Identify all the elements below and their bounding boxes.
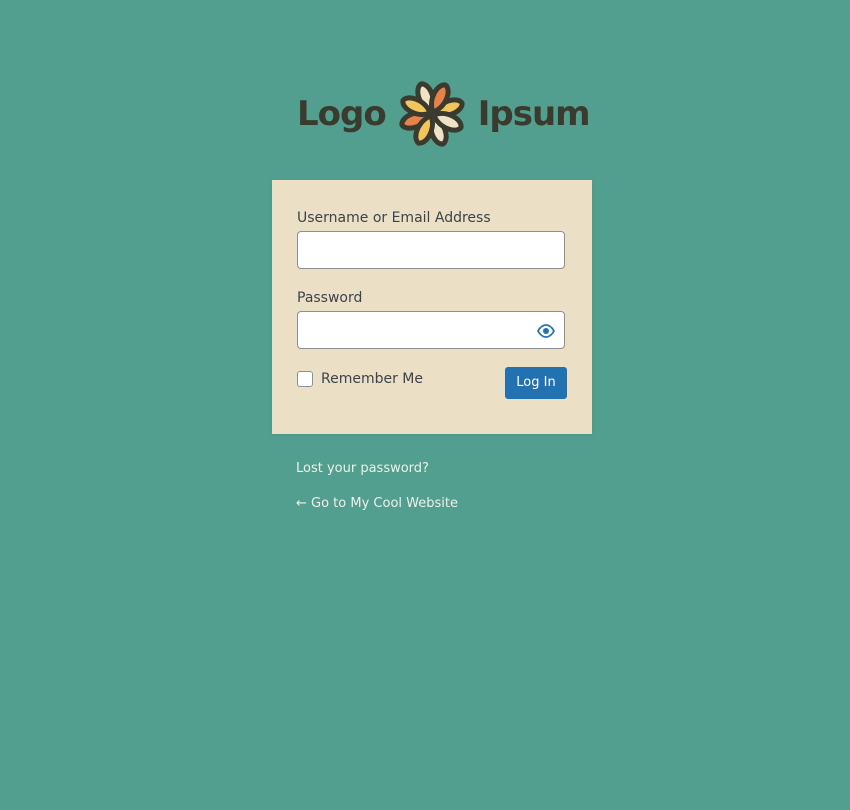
- password-input[interactable]: [297, 311, 565, 349]
- flower-logo-icon: [399, 81, 465, 147]
- site-logo[interactable]: Logo Ipsum: [297, 76, 591, 152]
- login-button[interactable]: Log In: [505, 367, 567, 399]
- login-page: Logo Ipsum Username or Email Address Pas…: [0, 0, 850, 810]
- logo-text-left: Logo: [297, 94, 387, 134]
- password-label: Password: [297, 290, 363, 306]
- remember-me-label: Remember Me: [321, 371, 423, 387]
- eye-icon: [537, 324, 555, 338]
- remember-me[interactable]: Remember Me: [297, 370, 423, 388]
- login-form: Username or Email Address Password Remem…: [272, 180, 592, 434]
- remember-me-checkbox[interactable]: [297, 371, 313, 387]
- username-label: Username or Email Address: [297, 210, 491, 226]
- back-to-site-link[interactable]: ← Go to My Cool Website: [296, 495, 458, 513]
- logo-text-right: Ipsum: [477, 94, 591, 134]
- show-password-button[interactable]: [534, 320, 558, 342]
- username-input[interactable]: [297, 231, 565, 269]
- lost-password-link[interactable]: Lost your password?: [296, 460, 429, 478]
